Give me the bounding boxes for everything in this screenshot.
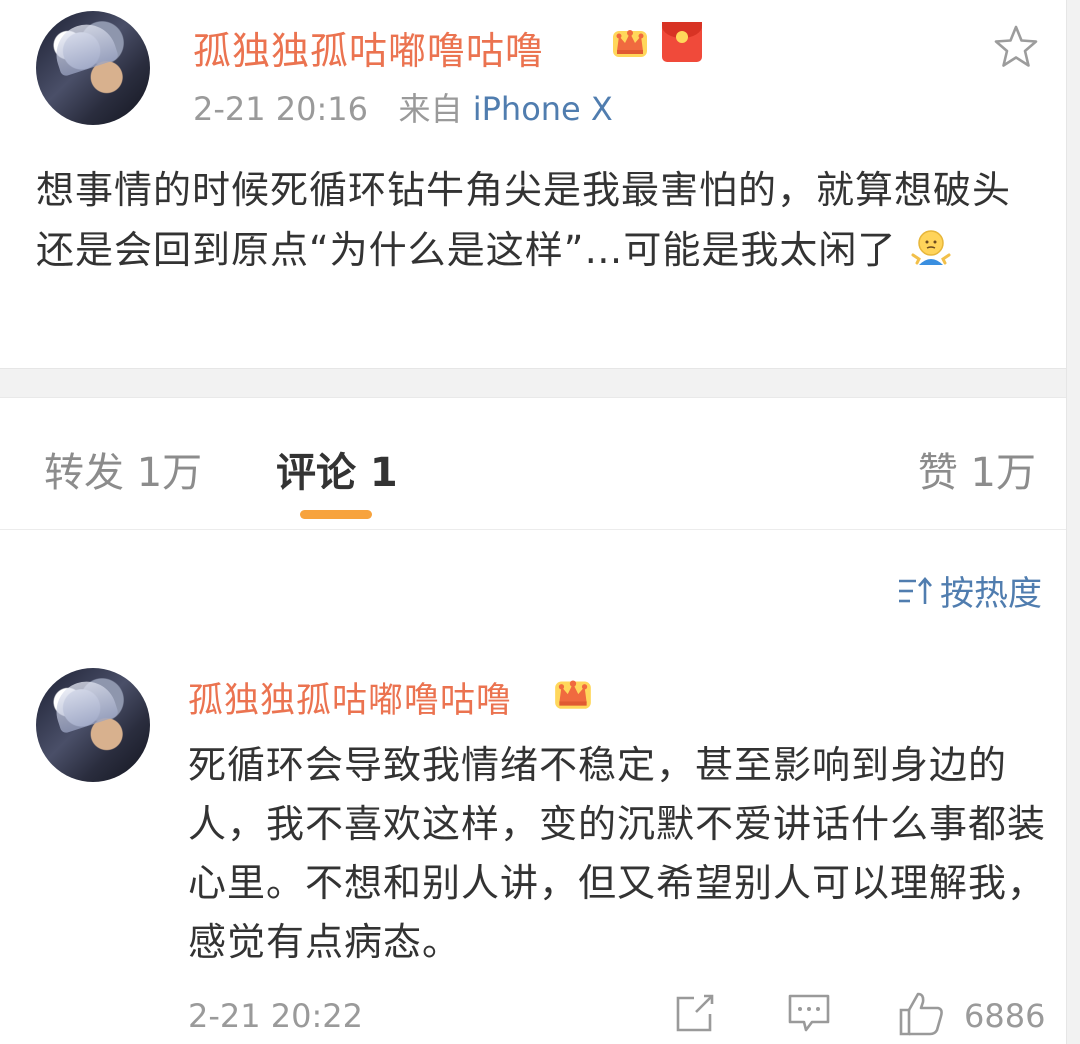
comment-time: 2-21 20:22	[188, 997, 364, 1035]
tab-active-indicator	[300, 510, 372, 519]
sort-icon	[899, 576, 932, 604]
share-icon[interactable]	[672, 990, 718, 1036]
comment-like-count: 6886	[964, 997, 1046, 1035]
post-meta: 2-21 20:16 来自 iPhone X	[193, 84, 613, 130]
section-divider	[0, 368, 1066, 398]
post-source-prefix: 来自	[398, 90, 463, 128]
post-card: 孤独独孤咕嘟噜咕噜 2-21 20:16 来自 iPhone X 想事情的时候死…	[0, 0, 1066, 368]
red-packet-icon[interactable]	[662, 22, 702, 62]
weibo-detail-page: 孤独独孤咕嘟噜咕噜 2-21 20:16 来自 iPhone X 想事情的时候死…	[0, 0, 1080, 1044]
shrug-emoji-icon	[911, 230, 951, 265]
crown-icon	[555, 680, 591, 709]
comment-author-avatar[interactable]	[36, 668, 150, 782]
post-text: 想事情的时候死循环钻牛角尖是我最害怕的，就算想破头还是会回到原点“为什么是这样”…	[36, 168, 1012, 272]
comment-text: 死循环会导致我情绪不稳定，甚至影响到身边的人，我不喜欢这样，变的沉默不爱讲话什么…	[188, 743, 1047, 964]
sort-label: 按热度	[940, 574, 1042, 614]
post-time: 2-21 20:16	[193, 90, 369, 128]
post-author-name[interactable]: 孤独独孤咕嘟噜咕噜	[193, 20, 544, 75]
crown-icon	[613, 30, 647, 57]
star-icon[interactable]	[990, 22, 1042, 74]
post-source[interactable]: iPhone X	[473, 90, 613, 128]
comment-author-name[interactable]: 孤独独孤咕嘟噜咕噜	[188, 672, 512, 723]
post-tabs: 转发 1万 评论 1 赞 1万	[0, 398, 1066, 530]
thumbs-up-icon[interactable]	[896, 988, 946, 1038]
tab-repost[interactable]: 转发 1万	[44, 440, 202, 498]
tab-like[interactable]: 赞 1万	[918, 440, 1036, 498]
sort-by-hot-button[interactable]: 按热度	[896, 566, 1042, 615]
post-content: 想事情的时候死循环钻牛角尖是我最害怕的，就算想破头还是会回到原点“为什么是这样”…	[36, 160, 1046, 280]
scroll-edge	[1066, 0, 1080, 1044]
tab-comment[interactable]: 评论 1	[276, 440, 398, 498]
post-author-avatar[interactable]	[36, 11, 150, 125]
reply-icon[interactable]	[786, 990, 832, 1036]
